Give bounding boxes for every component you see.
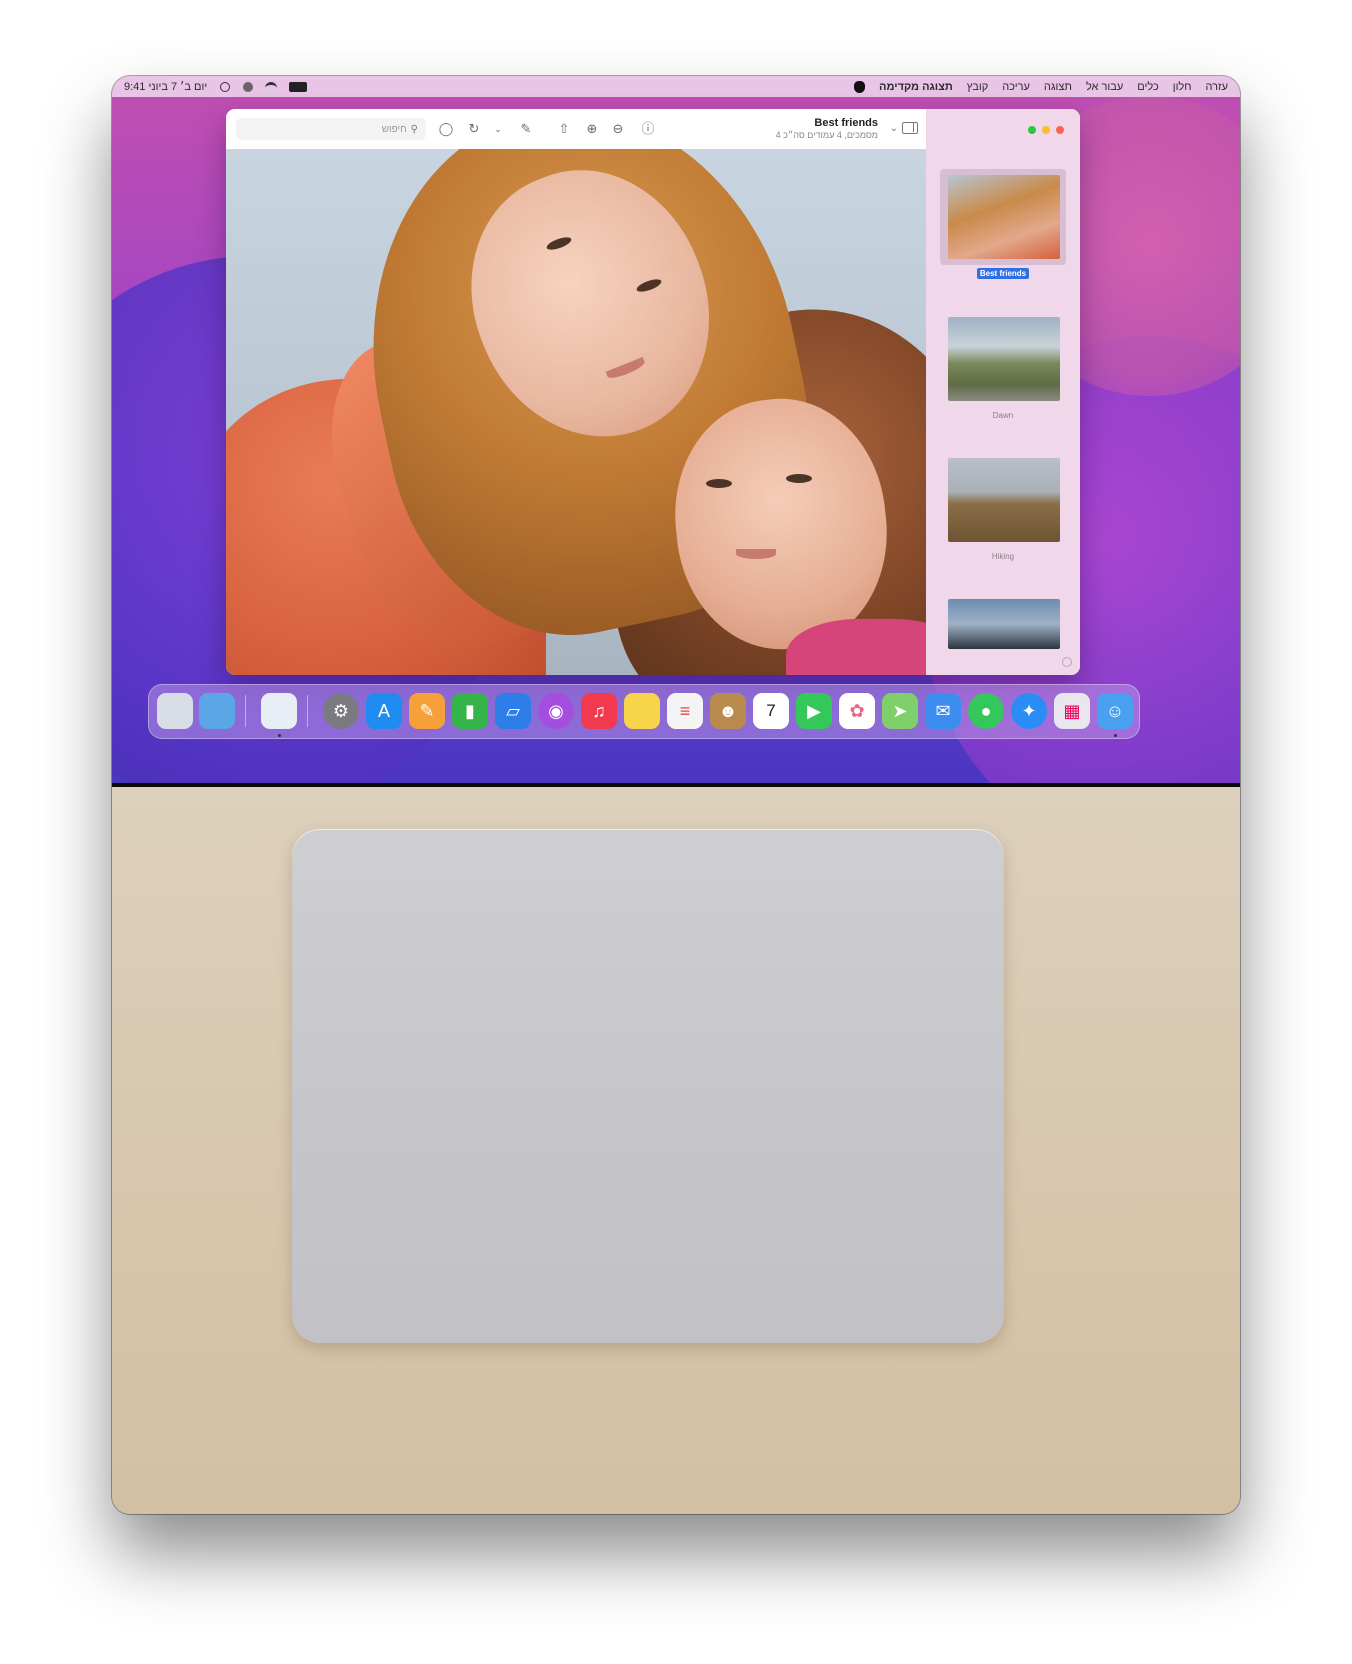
thumbnail-label: Dawn <box>992 411 1014 420</box>
wifi-icon[interactable] <box>265 81 278 92</box>
dock-separator <box>307 695 308 727</box>
menu-go[interactable]: עבור אל <box>1086 81 1123 93</box>
keynote-icon[interactable]: ▱ <box>495 693 531 729</box>
running-indicator <box>1114 734 1117 737</box>
finder-icon[interactable]: ☺ <box>1097 693 1133 729</box>
menu-help[interactable]: עזרה <box>1206 81 1228 93</box>
thumbnail-sidebar: Best friends Dawn Hiking <box>926 109 1080 675</box>
zoom-button[interactable] <box>1028 126 1036 134</box>
launchpad-icon[interactable]: ▦ <box>1054 693 1090 729</box>
siri-icon[interactable] <box>243 81 254 92</box>
zoom-in-icon[interactable]: ⊕ <box>584 121 600 137</box>
thumbnail-dawn[interactable] <box>948 317 1060 401</box>
trash-icon[interactable] <box>157 693 193 729</box>
menu-window[interactable]: חלון <box>1173 81 1192 93</box>
screen: 9:41 יום ב׳ 7 ביוני תצוגה מקדימה קובץ ער… <box>112 76 1240 783</box>
photo-shape <box>786 474 812 483</box>
search-placeholder: חיפוש <box>381 123 407 135</box>
share-icon[interactable]: ⇧ <box>556 121 572 137</box>
menu-view[interactable]: תצוגה <box>1044 81 1072 93</box>
calendar-icon[interactable]: 7 <box>753 693 789 729</box>
reminders-icon[interactable]: ≡ <box>667 693 703 729</box>
contacts-icon[interactable]: ☻ <box>710 693 746 729</box>
magic-trackpad[interactable] <box>292 829 1004 1343</box>
main-photo <box>226 149 926 675</box>
close-button[interactable] <box>1056 126 1064 134</box>
podcasts-icon[interactable]: ◉ <box>538 693 574 729</box>
numbers-icon[interactable]: ▮ <box>452 693 488 729</box>
resize-grip-icon[interactable] <box>1062 657 1072 667</box>
pages-icon[interactable]: ✎ <box>409 693 445 729</box>
clock[interactable]: 9:41 יום ב׳ 7 ביוני <box>124 81 207 93</box>
dock-separator <box>245 695 246 727</box>
minimize-button[interactable] <box>1042 126 1050 134</box>
running-indicator <box>278 734 281 737</box>
facetime-icon[interactable]: ▶ <box>796 693 832 729</box>
thumbnail-label: Hiking <box>991 552 1015 561</box>
document-title: Best friends <box>814 117 878 129</box>
dock: ⚙ A ✎ ▮ ▱ ◉ ♫ ≡ ☻ 7 ▶ ✿ ➤ ✉ ● ✦ ▦ ☺ <box>148 684 1140 739</box>
mail-icon[interactable]: ✉ <box>925 693 961 729</box>
menu-edit[interactable]: עריכה <box>1002 81 1030 93</box>
photo-shape <box>736 549 776 559</box>
thumbnail-hiking[interactable] <box>948 458 1060 542</box>
notes-icon[interactable] <box>624 693 660 729</box>
zoom-out-icon[interactable]: ⊖ <box>610 121 626 137</box>
music-icon[interactable]: ♫ <box>581 693 617 729</box>
title-chevron-icon[interactable]: ⌄ <box>890 123 898 134</box>
thumbnail-fourth[interactable] <box>948 599 1060 649</box>
rotate-icon[interactable]: ↻ <box>466 121 482 137</box>
sidebar-toggle-icon[interactable] <box>902 122 918 134</box>
menu-app-name[interactable]: תצוגה מקדימה <box>879 81 953 93</box>
search-icon: ⚲ <box>410 123 418 135</box>
rotate-chevron-icon[interactable]: ⌄ <box>490 121 506 137</box>
markup-pen-icon[interactable]: ✎ <box>518 121 534 137</box>
preview-window: חיפוש ⚲ ◯ ↻ ⌄ ✎ ⇧ ⊕ ⊖ ⓘ Best friends 4 מ… <box>226 109 1080 675</box>
messages-icon[interactable]: ● <box>968 693 1004 729</box>
document-subtitle: 4 מסמכים, 4 עמודים סה״כ <box>775 130 878 140</box>
preview-icon[interactable] <box>261 693 297 729</box>
markup-circle-icon[interactable]: ◯ <box>438 121 454 137</box>
photos-icon[interactable]: ✿ <box>839 693 875 729</box>
mac-device: 9:41 יום ב׳ 7 ביוני תצוגה מקדימה קובץ ער… <box>112 76 1240 1514</box>
system-preferences-icon[interactable]: ⚙ <box>323 693 359 729</box>
search-input[interactable]: חיפוש ⚲ <box>236 118 426 140</box>
battery-icon[interactable] <box>289 81 308 92</box>
app-store-icon[interactable]: A <box>366 693 402 729</box>
thumbnail-label: Best friends <box>926 268 1080 279</box>
maps-icon[interactable]: ➤ <box>882 693 918 729</box>
menu-tools[interactable]: כלים <box>1137 81 1158 93</box>
spotlight-icon[interactable] <box>219 81 231 92</box>
toolbar: חיפוש ⚲ ◯ ↻ ⌄ ✎ ⇧ ⊕ ⊖ ⓘ Best friends 4 מ… <box>226 109 926 150</box>
safari-icon[interactable]: ✦ <box>1011 693 1047 729</box>
document-title-block[interactable]: Best friends 4 מסמכים, 4 עמודים סה״כ <box>776 117 878 140</box>
desk-surface <box>112 787 1240 1514</box>
apple-menu-icon[interactable] <box>854 80 866 93</box>
photo-shape <box>706 479 732 488</box>
downloads-folder-icon[interactable] <box>199 693 235 729</box>
thumbnail-best-friends[interactable] <box>948 175 1060 259</box>
info-icon[interactable]: ⓘ <box>640 121 656 137</box>
menu-bar: 9:41 יום ב׳ 7 ביוני תצוגה מקדימה קובץ ער… <box>112 76 1240 97</box>
menu-file[interactable]: קובץ <box>967 81 988 93</box>
